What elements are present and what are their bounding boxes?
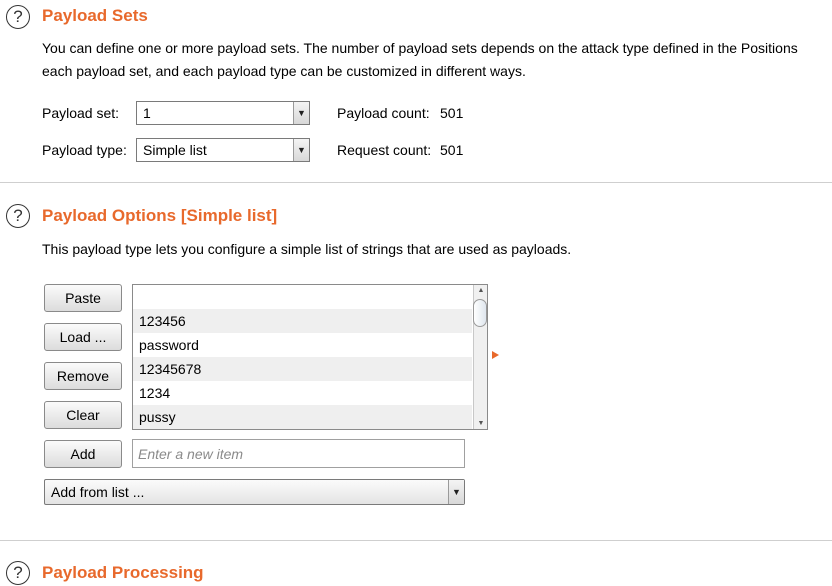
- chevron-down-icon[interactable]: ▼: [448, 480, 464, 504]
- section-divider: [0, 540, 832, 541]
- list-item[interactable]: pussy: [133, 405, 472, 429]
- chevron-down-icon[interactable]: ▼: [293, 139, 309, 161]
- list-item[interactable]: [133, 285, 472, 309]
- payload-set-label: Payload set:: [42, 105, 120, 121]
- payload-count-label: Payload count:: [337, 105, 430, 121]
- payload-set-select[interactable]: 1 ▼: [136, 101, 310, 125]
- add-from-list-select[interactable]: Add from list ... ▼: [44, 479, 465, 505]
- help-icon[interactable]: ?: [6, 5, 30, 29]
- expand-arrow-icon[interactable]: [492, 351, 499, 359]
- payload-options-description: This payload type lets you configure a s…: [42, 241, 572, 257]
- list-item[interactable]: 12345678: [133, 357, 472, 381]
- help-icon[interactable]: ?: [6, 561, 30, 585]
- payload-type-label: Payload type:: [42, 142, 127, 158]
- paste-button[interactable]: Paste: [44, 284, 122, 312]
- remove-button[interactable]: Remove: [44, 362, 122, 390]
- new-item-input[interactable]: [138, 445, 464, 462]
- payload-list[interactable]: 123456 password 12345678 1234 pussy ▲ ▼: [132, 284, 488, 430]
- payload-set-value: 1: [143, 105, 151, 121]
- request-count-value: 501: [440, 142, 464, 158]
- clear-button[interactable]: Clear: [44, 401, 122, 429]
- add-from-list-value: Add from list ...: [51, 484, 145, 500]
- load-button[interactable]: Load ...: [44, 323, 122, 351]
- request-count-label: Request count:: [337, 142, 432, 158]
- scroll-up-arrow-icon[interactable]: ▲: [474, 287, 487, 294]
- scroll-down-arrow-icon[interactable]: ▼: [474, 420, 487, 427]
- payload-type-select[interactable]: Simple list ▼: [136, 138, 310, 162]
- payload-sets-title: Payload Sets: [42, 6, 148, 25]
- list-item[interactable]: 123456: [133, 309, 472, 333]
- payload-processing-title: Payload Processing: [42, 563, 204, 582]
- payload-count-value: 501: [440, 105, 464, 121]
- new-item-field[interactable]: [132, 439, 465, 468]
- payload-sets-description-line2: each payload set, and each payload type …: [42, 63, 526, 79]
- payload-options-title: Payload Options [Simple list]: [42, 206, 278, 225]
- list-item[interactable]: password: [133, 333, 472, 357]
- payload-type-value: Simple list: [143, 142, 207, 158]
- chevron-down-icon[interactable]: ▼: [293, 102, 309, 124]
- section-divider: [0, 182, 832, 183]
- vertical-scrollbar[interactable]: ▲ ▼: [473, 285, 487, 429]
- payload-sets-description-line1: You can define one or more payload sets.…: [42, 40, 798, 56]
- help-icon[interactable]: ?: [6, 204, 30, 228]
- add-button[interactable]: Add: [44, 440, 122, 468]
- scroll-thumb[interactable]: [473, 299, 487, 327]
- list-item[interactable]: 1234: [133, 381, 472, 405]
